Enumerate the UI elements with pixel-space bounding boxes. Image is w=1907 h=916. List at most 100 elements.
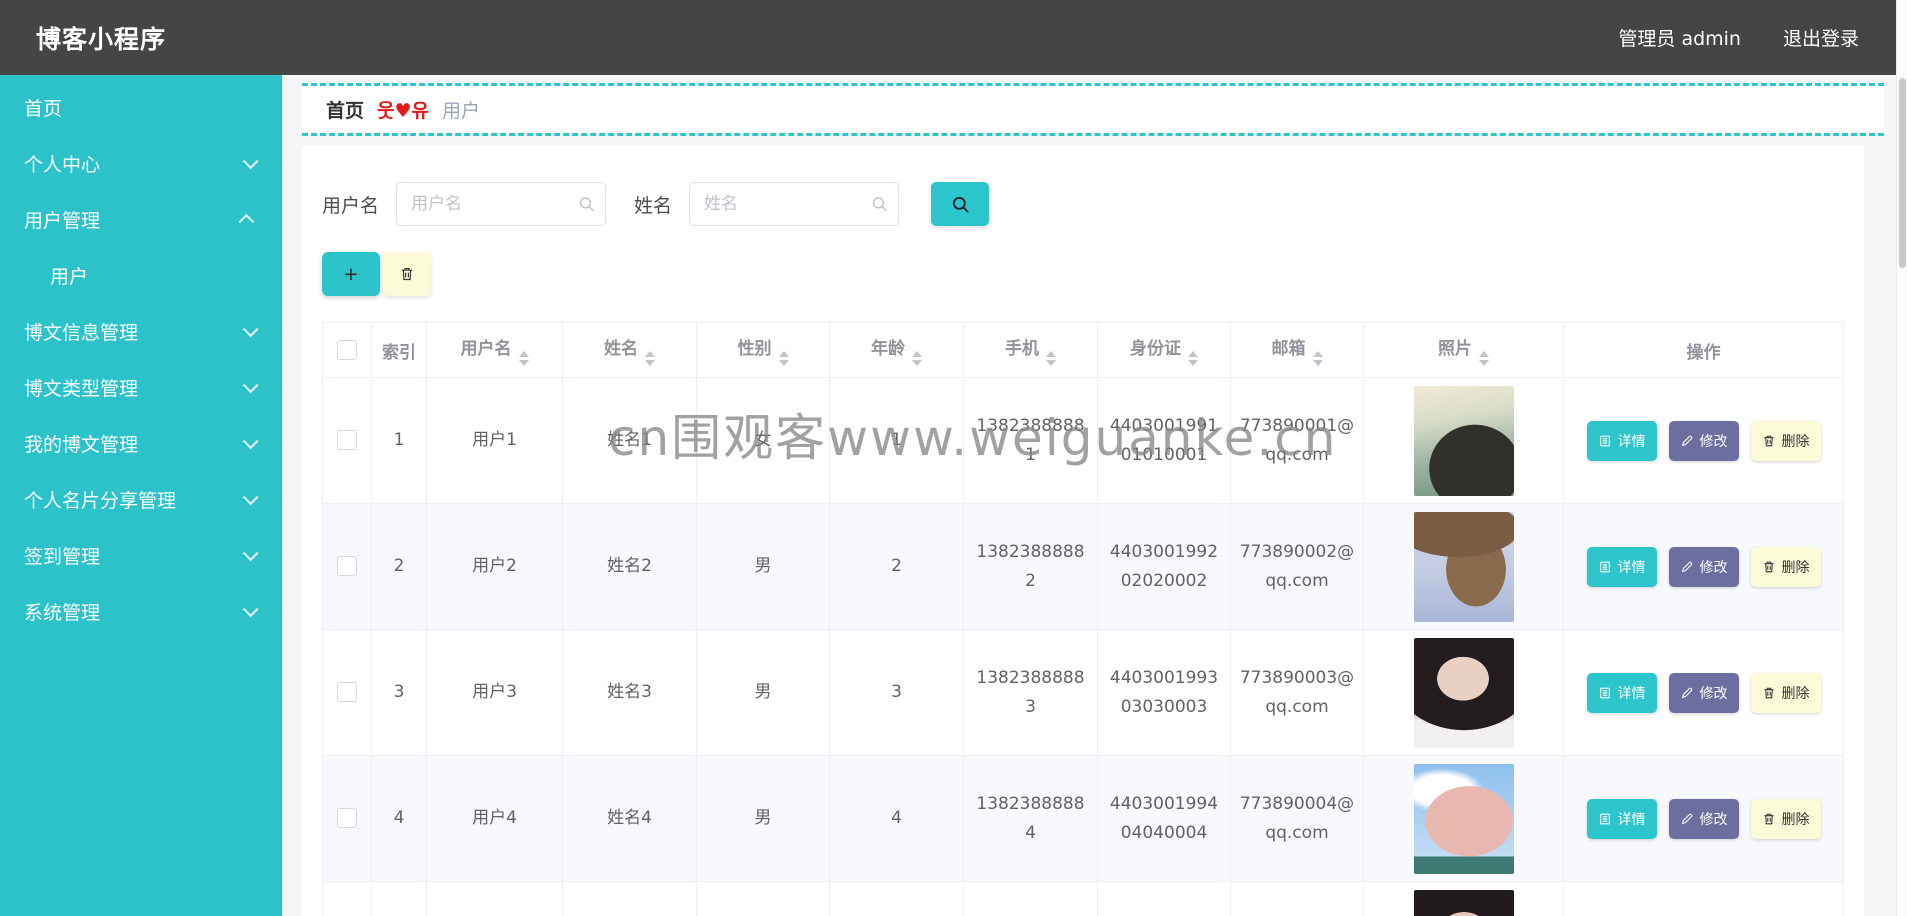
sidebar-subitem-2-0[interactable]: 用户 [0,247,282,303]
search-button[interactable] [931,182,990,226]
username-input[interactable] [396,182,607,226]
row-checkbox[interactable] [337,808,357,829]
cell-index: 2 [371,503,427,630]
logout-link[interactable]: 退出登录 [1783,24,1859,51]
sidebar-item-1[interactable]: 个人中心 [0,135,282,191]
trash-icon [399,266,415,282]
row-select-cell [322,881,372,916]
column-header-username[interactable]: 用户名 [426,322,563,378]
sidebar-item-2[interactable]: 用户管理 [0,191,282,247]
magnifier-icon [578,196,595,213]
sort-caret-icon[interactable] [778,351,789,366]
username-field-wrap [396,182,607,226]
chevron-down-icon [242,489,259,505]
caret-down-icon [1046,360,1056,366]
table-row-5: 5用户5姓名5男51382388888544030019950505000577… [322,881,1844,916]
name-label: 姓名 [634,194,673,217]
delete-row-button[interactable]: 删除 [1750,798,1821,839]
cell-index: 3 [371,629,427,756]
select-all-checkbox[interactable] [337,340,357,360]
caret-up-icon [912,351,922,357]
delete-row-button[interactable]: 删除 [1750,420,1821,461]
column-header-label: 操作 [1686,342,1721,363]
column-header-label: 照片 [1438,339,1472,359]
edit-button[interactable]: 修改 [1668,672,1739,713]
sort-caret-icon[interactable] [518,351,529,366]
admin-user-label: 管理员 admin [1618,28,1741,50]
chevron-down-icon [242,601,259,617]
cell-age: 5 [829,881,964,916]
row-checkbox[interactable] [337,682,357,703]
caret-down-icon [1479,360,1489,366]
caret-down-icon [1312,360,1323,366]
edit-button[interactable]: 修改 [1668,798,1739,839]
sidebar-item-0[interactable]: 首页 [0,79,282,135]
delete-row-button[interactable]: 删除 [1750,546,1821,587]
detail-button[interactable]: 详情 [1586,672,1657,713]
chevron-down-icon [242,321,259,337]
row-checkbox[interactable] [337,556,357,577]
column-header-photo[interactable]: 照片 [1363,322,1564,378]
breadcrumb: 首页 웃♥유 用户 [302,83,1884,136]
cell-email: 773890005@qq.com [1230,881,1364,916]
column-header-name[interactable]: 姓名 [562,322,697,378]
column-header-age[interactable]: 年龄 [829,322,964,378]
delete-button-label: 删除 [1781,558,1810,575]
column-header-phone[interactable]: 手机 [963,322,1098,378]
sort-caret-icon[interactable] [1479,351,1489,366]
sidebar-item-7[interactable]: 签到管理 [0,527,282,583]
column-header-email[interactable]: 邮箱 [1230,322,1364,378]
column-header-label: 邮箱 [1271,339,1306,359]
search-form: 用户名 姓名 [322,146,1844,226]
detail-button-label: 详情 [1617,684,1646,701]
edit-button[interactable]: 修改 [1668,546,1739,587]
sidebar-item-8[interactable]: 系统管理 [0,583,282,639]
detail-button-label: 详情 [1617,432,1646,449]
sidebar: 首页个人中心用户管理用户博文信息管理 博文类型管理 我的博文管理 个人名片分享管理 签到… [0,75,282,916]
sidebar-subitem-label: 用户 [50,265,89,288]
cell-photo [1363,755,1564,882]
cell-gender: 男 [696,629,830,756]
sort-caret-icon[interactable] [645,351,655,366]
caret-up-icon [645,351,655,357]
caret-up-icon [1046,351,1056,357]
detail-button[interactable]: 详情 [1586,546,1657,587]
sidebar-item-label: 个人中心 [24,153,101,176]
breadcrumb-home[interactable]: 首页 [326,96,364,123]
cell-name: 姓名5 [562,881,697,916]
cell-email: 773890003@qq.com [1230,629,1364,756]
table-row-1: 1 用户1 姓名1 女 1 13823888881 440300199101010001 77… [322,377,1844,504]
content-card: 用户名 姓名 + [302,146,1864,916]
sort-caret-icon[interactable] [1046,351,1056,366]
cell-actions: 详情修改删除 [1563,881,1844,916]
edit-button[interactable]: 修改 [1668,420,1739,461]
column-header-select [322,322,372,378]
sidebar-item-3[interactable]: 博文信息管理 [0,303,282,359]
sidebar-item-4[interactable]: 博文类型管理 [0,359,282,415]
row-checkbox[interactable] [337,430,357,451]
row-select-cell [322,377,372,504]
sidebar-item-6[interactable]: 个人名片分享管理 [0,471,282,527]
add-button[interactable]: + [322,252,380,296]
sidebar-item-5[interactable]: 我的博文管理 [0,415,282,471]
cell-gender: 男 [696,755,830,882]
delete-button[interactable] [383,252,431,296]
delete-row-button[interactable]: 删除 [1750,672,1821,713]
cell-username: 用户3 [426,629,563,756]
column-header-idcard[interactable]: 身份证 [1097,322,1231,378]
detail-button[interactable]: 详情 [1586,798,1657,839]
caret-down-icon [645,360,655,366]
sort-caret-icon[interactable] [1312,351,1323,366]
sort-caret-icon[interactable] [1188,351,1198,366]
detail-button[interactable]: 详情 [1586,420,1657,461]
name-input[interactable] [689,182,900,226]
column-header-gender[interactable]: 性别 [696,322,830,378]
cell-photo [1363,881,1564,916]
sort-caret-icon[interactable] [912,351,922,366]
table-body: 1 用户1 姓名1 女 1 13823888881 440300199101010001 77… [322,377,1844,916]
scrollbar[interactable] [1896,0,1907,916]
cell-username: 用户1 [426,377,563,504]
app-title: 博客小程序 [36,24,167,54]
scrollbar-thumb[interactable] [1899,78,1906,268]
caret-up-icon [518,351,529,357]
